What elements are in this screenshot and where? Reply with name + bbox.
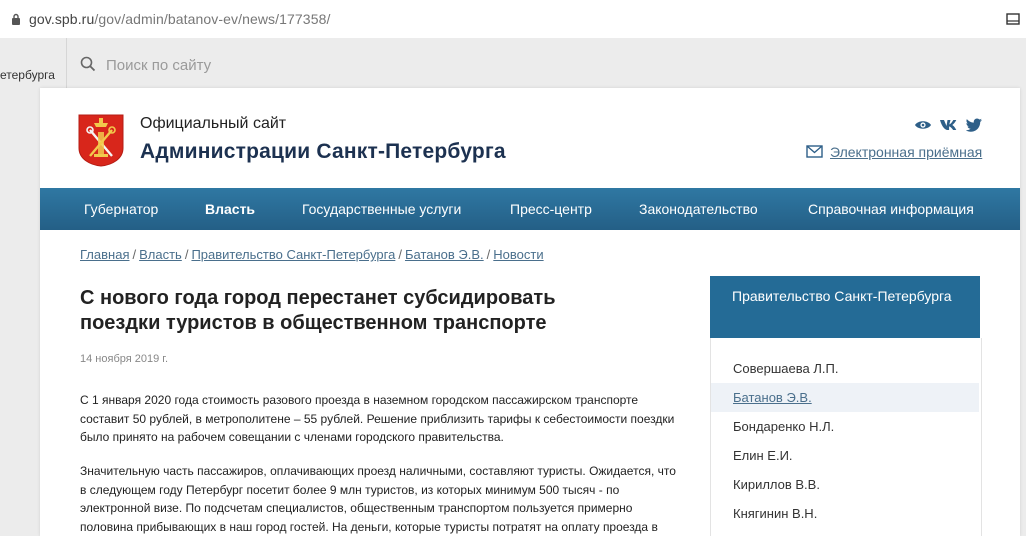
breadcrumb-separator: / (486, 247, 491, 262)
breadcrumb: Главная / Власть / Правительство Санкт-Петер… (80, 247, 544, 262)
sidebar-item-sovershaeva[interactable]: Совершаева Л.П. (711, 354, 979, 383)
nav-item-governor[interactable]: Губернатор (84, 201, 158, 217)
breadcrumb-government[interactable]: Правительство Санкт-Петербурга (191, 247, 395, 262)
sidebar-item-label: Бондаренко Н.Л. (733, 419, 835, 434)
sidebar-item-label: Совершаева Л.П. (733, 361, 839, 376)
nav-item-power[interactable]: Власть (205, 201, 255, 217)
sidebar-item-batanov[interactable]: Батанов Э.В. (711, 383, 979, 412)
search-icon[interactable] (80, 56, 96, 72)
breadcrumb-news[interactable]: Новости (493, 247, 543, 262)
article-paragraph: Значительную часть пассажиров, оплачиваю… (80, 464, 676, 534)
site-subtitle: Официальный сайт (140, 115, 287, 132)
twitter-icon[interactable] (966, 118, 982, 132)
clipped-text: етербурга (0, 68, 55, 82)
sidebar-item-label: Батанов Э.В. (733, 390, 812, 405)
nav-item-legislation[interactable]: Законодательство (639, 201, 758, 217)
sidebar-item-kirillov[interactable]: Кириллов В.В. (711, 470, 979, 499)
browser-address-bar[interactable]: gov.spb.ru/gov/admin/batanov-ev/news/177… (0, 0, 1026, 39)
nav-item-state-services[interactable]: Государственные услуги (302, 201, 461, 217)
sidebar-item-bondarenko[interactable]: Бондаренко Н.Л. (711, 412, 979, 441)
coat-of-arms-logo[interactable] (78, 114, 124, 167)
url-path: /gov/admin/batanov-ev/news/177358/ (94, 11, 331, 27)
breadcrumb-separator: / (398, 247, 402, 262)
sidebar-item-knyaginin[interactable]: Княгинин В.Н. (711, 499, 979, 528)
sidebar-item-label: Княгинин В.Н. (733, 506, 818, 521)
search-input[interactable] (104, 53, 408, 77)
article-paragraph: С 1 января 2020 года стоимость разового … (80, 393, 675, 444)
lock-icon (12, 13, 20, 25)
sidebar-item-label: Кириллов В.В. (733, 477, 820, 492)
site-title[interactable]: Администрации Санкт-Петербурга (140, 140, 506, 164)
sidebar-item-elin[interactable]: Елин Е.И. (711, 441, 979, 470)
nav-item-reference-info[interactable]: Справочная информация (808, 201, 974, 217)
eye-icon[interactable] (914, 119, 932, 131)
nav-item-press-center[interactable]: Пресс-центр (510, 201, 592, 217)
sidebar-item-label: Елин Е.И. (733, 448, 793, 463)
url-text[interactable]: gov.spb.ru/gov/admin/batanov-ev/news/177… (29, 11, 330, 27)
vk-icon[interactable] (940, 119, 958, 131)
divider (66, 38, 67, 88)
sidebar-header[interactable]: Правительство Санкт-Петербурга (710, 276, 980, 338)
breadcrumb-separator: / (132, 247, 137, 262)
breadcrumb-power[interactable]: Власть (139, 247, 182, 262)
mail-icon (806, 145, 823, 158)
page-content: Официальный сайт Администрации Санкт-Пет… (40, 88, 1020, 536)
breadcrumb-home[interactable]: Главная (80, 247, 129, 262)
article-date: 14 ноября 2019 г. (80, 353, 168, 365)
main-nav: Губернатор Власть Государственные услуги… (40, 188, 1020, 230)
url-domain: gov.spb.ru (29, 11, 95, 27)
electronic-reception-link[interactable]: Электронная приёмная (830, 144, 982, 160)
sidebar-list: Совершаева Л.П. Батанов Э.В. Бондаренко … (710, 338, 982, 536)
breadcrumb-separator: / (184, 247, 189, 262)
window-icon[interactable] (1006, 12, 1020, 26)
sidebar-header-label: Правительство Санкт-Петербурга (732, 288, 952, 304)
breadcrumb-batanov[interactable]: Батанов Э.В. (405, 247, 484, 262)
article-title: С нового года город перестанет субсидиро… (80, 287, 556, 334)
